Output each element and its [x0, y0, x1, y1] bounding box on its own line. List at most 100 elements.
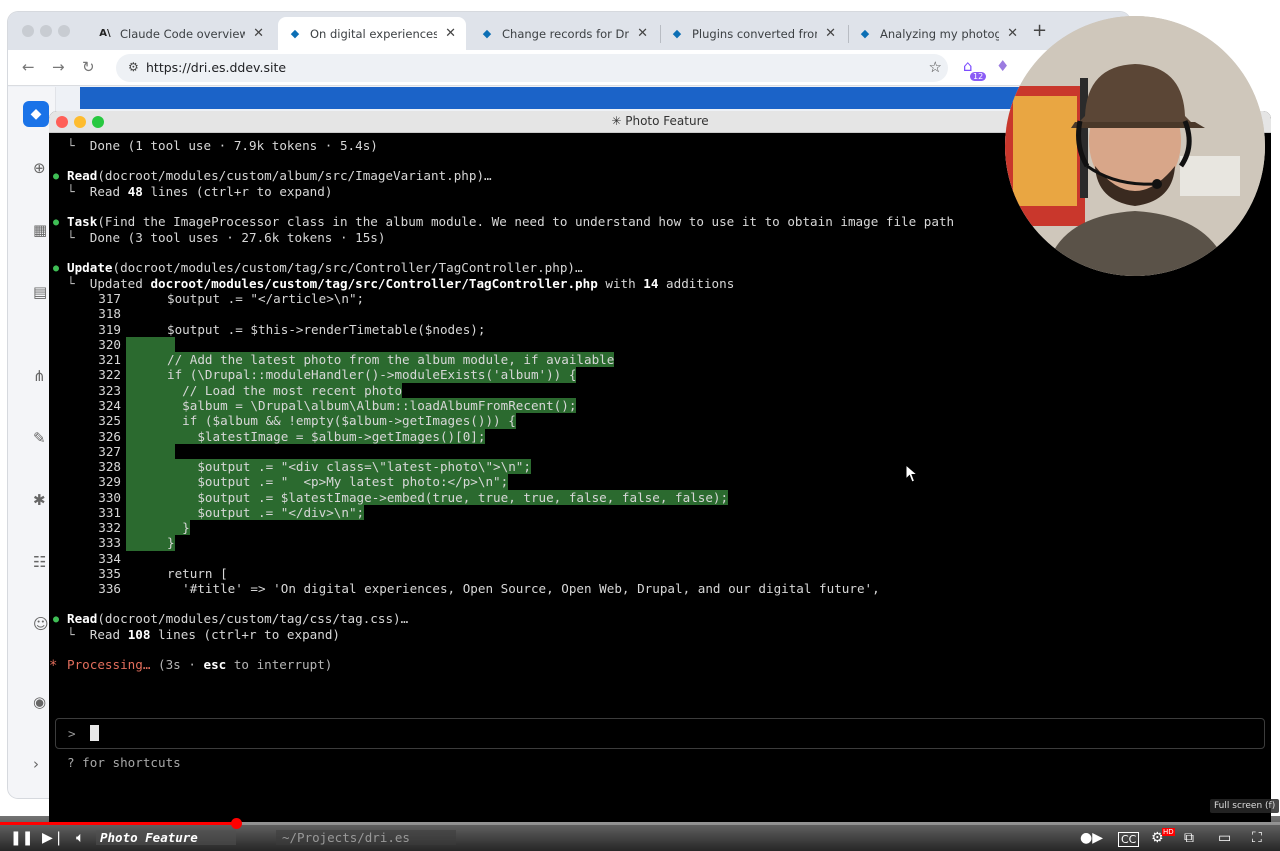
code-text: return [ [167, 566, 228, 582]
address-bar[interactable]: ⚙ https://dri.es.ddev.site ☆ [116, 54, 948, 82]
mouse-pointer-icon [905, 464, 919, 483]
reload-icon[interactable]: ↻ [82, 58, 95, 76]
expand-sidebar-icon[interactable]: › [33, 755, 39, 773]
diff-context-line: 319 $output .= $this->renderTimetable($no… [49, 322, 485, 337]
extend-icon[interactable]: ✱ [33, 491, 46, 509]
diff-added-gutter [126, 336, 175, 353]
page-header-band [80, 87, 1130, 109]
diff-added-gutter [126, 443, 175, 460]
code-text: $latestImage = $album->getImages()[0]; [167, 428, 486, 444]
close-icon[interactable]: ✕ [637, 26, 648, 41]
miniplayer-icon[interactable]: ⧉ [1184, 830, 1194, 846]
tab-digital-experiences[interactable]: ◆ On digital experiences, O ✕ [278, 17, 466, 50]
appearance-icon[interactable]: ✎ [33, 429, 46, 447]
back-icon[interactable]: ← [22, 58, 35, 76]
fullscreen-icon[interactable]: ⛶ [1252, 830, 1262, 846]
line-number: 323 [98, 382, 121, 398]
tool-result-line: └ Done (1 tool use · 7.9k tokens · 5.4s) [67, 138, 378, 153]
line-number: 330 [98, 489, 121, 505]
close-icon[interactable]: ✕ [825, 26, 836, 41]
fullscreen-tooltip: Full screen (f) [1210, 799, 1280, 813]
video-player-controls: ❚❚ ▶❘ 🔈︎ Photo Feature ~/Projects/dri.es… [0, 816, 1280, 851]
tab-analyzing-photographs[interactable]: ◆ Analyzing my photograph ✕ [848, 17, 1028, 50]
tab-change-records[interactable]: ◆ Change records for Drupa ✕ [470, 17, 658, 50]
video-terminal-path-label: ~/Projects/dri.es [276, 830, 456, 845]
line-number: 322 [98, 367, 121, 383]
video-progress-bar[interactable] [0, 818, 1280, 829]
code-text: $output .= " <p>My latest photo:</p>\n"; [167, 474, 509, 490]
video-scrubber-handle[interactable] [230, 818, 242, 829]
close-icon[interactable]: ✕ [253, 26, 264, 41]
diff-added-line: 323 // Load the most recent photo [49, 382, 403, 398]
code-text: '#title' => 'On digital experiences, Ope… [167, 581, 880, 597]
prompt-input[interactable]: > [55, 718, 1265, 749]
code-text: // Load the most recent photo [167, 382, 403, 398]
status-bullet-icon: ● [53, 263, 60, 274]
people-icon[interactable]: ☺ [33, 615, 49, 633]
drupal-icon: ◆ [672, 27, 682, 40]
new-tab-button[interactable]: + [1032, 20, 1047, 41]
code-text: if ($album && !empty($album->getImages()… [167, 413, 516, 429]
extension-flame-icon[interactable]: ♦ [996, 57, 1009, 75]
diff-context-line: 334 [49, 551, 121, 566]
line-number: 334 [98, 550, 121, 566]
code-text: } [167, 535, 175, 551]
diff-added-line: 333} [49, 535, 175, 551]
code-text: // Add the latest photo from the album m… [167, 352, 615, 368]
diff-added-line: 330 $output .= $latestImage->embed(true,… [49, 489, 729, 505]
line-number: 318 [98, 306, 121, 322]
drupal-icon: ◆ [860, 27, 870, 40]
anthropic-icon: A\ [99, 28, 111, 39]
diff-added-line: 322 if (\Drupal::moduleHandler()->moduleE… [49, 367, 577, 383]
tool-result-line: └ Updated docroot/modules/custom/tag/src… [67, 276, 735, 291]
diff-added-line: 324 $album = \Drupal\album\Album::loadAl… [49, 397, 577, 414]
diff-context-line: 317 $output .= "</article>\n"; [49, 291, 364, 306]
line-number: 327 [98, 443, 121, 459]
pause-icon[interactable]: ❚❚ [10, 830, 33, 846]
autoplay-toggle-icon[interactable]: ●▶ [1080, 830, 1103, 846]
tool-result-line: └ Read 48 lines (ctrl+r to expand) [67, 184, 333, 199]
grid-icon[interactable]: ▦ [33, 221, 47, 239]
shortcuts-hint: ? for shortcuts [67, 755, 181, 770]
code-text: } [167, 520, 190, 536]
tool-result-line: └ Done (3 tool uses · 27.6k tokens · 15s… [67, 230, 386, 245]
captions-icon[interactable]: CC [1118, 832, 1140, 847]
window-minimize-dot[interactable] [40, 25, 52, 37]
structure-icon[interactable]: ⋔ [33, 367, 46, 385]
forward-icon[interactable]: → [52, 58, 65, 76]
line-number: 317 [98, 291, 121, 306]
close-icon[interactable]: ✕ [1007, 26, 1018, 41]
diff-added-line: 328 $output .= "<div class=\"latest-phot… [49, 459, 531, 475]
bookmark-star-icon[interactable]: ☆ [929, 58, 942, 76]
tab-strip: A\ Claude Code overview - A ✕ ◆ On digit… [8, 12, 1130, 50]
diff-added-line: 329 $output .= " <p>My latest photo:</p>… [49, 474, 509, 490]
volume-icon[interactable]: 🔈︎ [76, 830, 84, 846]
url-text: https://dri.es.ddev.site [146, 60, 287, 75]
diff-added-line: 321 // Add the latest photo from the albu… [49, 352, 615, 368]
theater-mode-icon[interactable]: ▭ [1218, 830, 1231, 846]
spinner-asterisk-icon: * [49, 658, 58, 674]
diff-added-line: 332 } [49, 520, 190, 536]
code-text: $output .= "<div class=\"latest-photo\">… [167, 459, 531, 475]
video-terminal-tab-label: Photo Feature [96, 830, 236, 845]
drupal-logo-icon[interactable]: ◆ [23, 101, 49, 127]
status-bullet-icon: ● [53, 614, 60, 625]
next-icon[interactable]: ▶❘ [42, 830, 65, 846]
add-icon[interactable]: ⊕ [33, 159, 46, 177]
site-settings-icon[interactable]: ⚙ [128, 60, 139, 74]
webcam-video-frame [1005, 16, 1265, 276]
video-progress-fill [0, 822, 236, 825]
tab-plugins-converted[interactable]: ◆ Plugins converted from A ✕ [660, 17, 846, 50]
status-bullet-icon: ● [53, 217, 60, 228]
close-icon[interactable]: ✕ [445, 26, 456, 41]
code-text: if (\Drupal::moduleHandler()->moduleExis… [167, 367, 577, 383]
text-cursor [90, 725, 99, 741]
extension-badge: 12 [970, 72, 987, 81]
window-zoom-dot[interactable] [58, 25, 70, 37]
tab-claude-code[interactable]: A\ Claude Code overview - A ✕ [88, 17, 274, 50]
window-close-dot[interactable] [22, 25, 34, 37]
config-icon[interactable]: ☷ [33, 553, 46, 571]
user-icon[interactable]: ◉ [33, 693, 46, 711]
drupal-icon: ◆ [290, 27, 300, 40]
content-icon[interactable]: ▤ [33, 283, 47, 301]
